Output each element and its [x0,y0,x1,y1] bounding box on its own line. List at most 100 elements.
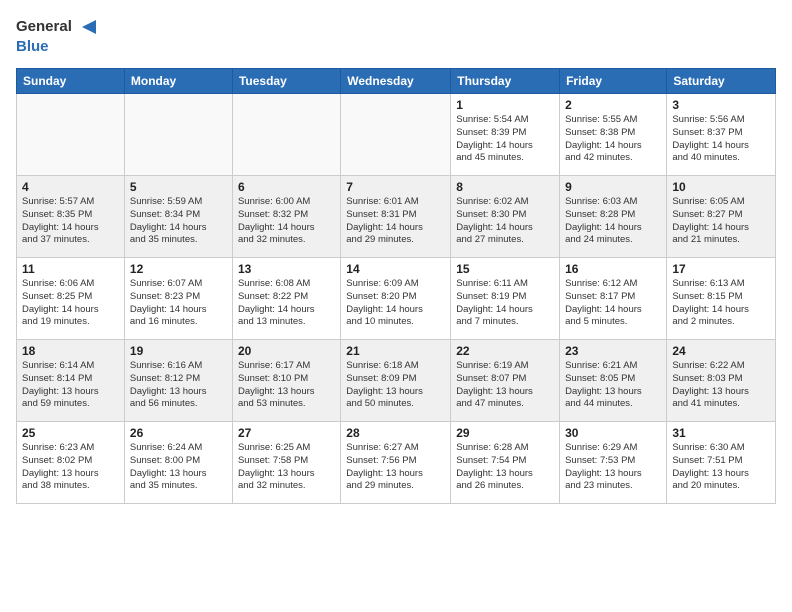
day-number: 11 [22,262,119,276]
calendar-cell: 24 Sunrise: 6:22 AM Sunset: 8:03 PM Dayli… [667,340,776,422]
day-header-monday: Monday [124,69,232,94]
day-number: 20 [238,344,335,358]
calendar-cell [17,94,125,176]
calendar-cell: 13 Sunrise: 6:08 AM Sunset: 8:22 PM Dayli… [232,258,340,340]
day-info: Sunrise: 6:14 AM Sunset: 8:14 PM Dayligh… [22,360,119,411]
day-info: Sunrise: 5:56 AM Sunset: 8:37 PM Dayligh… [672,114,770,165]
calendar-cell: 30 Sunrise: 6:29 AM Sunset: 7:53 PM Dayli… [560,422,667,504]
day-number: 27 [238,426,335,440]
day-info: Sunrise: 6:08 AM Sunset: 8:22 PM Dayligh… [238,278,335,329]
day-number: 22 [456,344,554,358]
calendar-cell: 3 Sunrise: 5:56 AM Sunset: 8:37 PM Daylig… [667,94,776,176]
day-number: 24 [672,344,770,358]
day-info: Sunrise: 6:16 AM Sunset: 8:12 PM Dayligh… [130,360,227,411]
calendar-cell: 15 Sunrise: 6:11 AM Sunset: 8:19 PM Dayli… [451,258,560,340]
day-header-saturday: Saturday [667,69,776,94]
page: General Blue SundayMondayTuesdayWednesda… [0,0,792,612]
day-number: 28 [346,426,445,440]
day-info: Sunrise: 6:29 AM Sunset: 7:53 PM Dayligh… [565,442,661,493]
week-row-5: 25 Sunrise: 6:23 AM Sunset: 8:02 PM Dayli… [17,422,776,504]
week-row-4: 18 Sunrise: 6:14 AM Sunset: 8:14 PM Dayli… [17,340,776,422]
calendar-cell: 18 Sunrise: 6:14 AM Sunset: 8:14 PM Dayli… [17,340,125,422]
calendar-cell: 16 Sunrise: 6:12 AM Sunset: 8:17 PM Dayli… [560,258,667,340]
calendar-cell: 19 Sunrise: 6:16 AM Sunset: 8:12 PM Dayli… [124,340,232,422]
calendar-cell: 17 Sunrise: 6:13 AM Sunset: 8:15 PM Dayli… [667,258,776,340]
day-number: 18 [22,344,119,358]
day-number: 19 [130,344,227,358]
calendar-cell: 12 Sunrise: 6:07 AM Sunset: 8:23 PM Dayli… [124,258,232,340]
day-header-tuesday: Tuesday [232,69,340,94]
day-number: 15 [456,262,554,276]
day-number: 4 [22,180,119,194]
calendar-cell [341,94,451,176]
day-number: 29 [456,426,554,440]
day-header-sunday: Sunday [17,69,125,94]
day-info: Sunrise: 6:30 AM Sunset: 7:51 PM Dayligh… [672,442,770,493]
day-number: 17 [672,262,770,276]
calendar-cell: 7 Sunrise: 6:01 AM Sunset: 8:31 PM Daylig… [341,176,451,258]
day-info: Sunrise: 6:12 AM Sunset: 8:17 PM Dayligh… [565,278,661,329]
day-info: Sunrise: 6:23 AM Sunset: 8:02 PM Dayligh… [22,442,119,493]
calendar-cell: 11 Sunrise: 6:06 AM Sunset: 8:25 PM Dayli… [17,258,125,340]
day-number: 12 [130,262,227,276]
calendar-cell: 5 Sunrise: 5:59 AM Sunset: 8:34 PM Daylig… [124,176,232,258]
week-row-2: 4Sunrise: 5:57 AM Sunset: 8:35 PM Daylig… [17,176,776,258]
day-number: 7 [346,180,445,194]
calendar-cell: 23Sunrise: 6:21 AM Sunset: 8:05 PM Dayli… [560,340,667,422]
calendar-cell [124,94,232,176]
logo-wordmark: General Blue [16,16,100,56]
logo-text-block: General Blue [16,16,100,56]
day-number: 5 [130,180,227,194]
logo-arrow-icon [78,16,100,38]
day-info: Sunrise: 6:22 AM Sunset: 8:03 PM Dayligh… [672,360,770,411]
day-info: Sunrise: 6:09 AM Sunset: 8:20 PM Dayligh… [346,278,445,329]
day-number: 3 [672,98,770,112]
calendar-cell: 20 Sunrise: 6:17 AM Sunset: 8:10 PM Dayli… [232,340,340,422]
calendar-cell: 21Sunrise: 6:18 AM Sunset: 8:09 PM Dayli… [341,340,451,422]
day-number: 9 [565,180,661,194]
day-number: 13 [238,262,335,276]
day-info: Sunrise: 6:06 AM Sunset: 8:25 PM Dayligh… [22,278,119,329]
day-number: 30 [565,426,661,440]
day-info: Sunrise: 6:01 AM Sunset: 8:31 PM Dayligh… [346,196,445,247]
day-info: Sunrise: 6:25 AM Sunset: 7:58 PM Dayligh… [238,442,335,493]
calendar-cell: 4Sunrise: 5:57 AM Sunset: 8:35 PM Daylig… [17,176,125,258]
calendar-cell: 27 Sunrise: 6:25 AM Sunset: 7:58 PM Dayli… [232,422,340,504]
day-number: 8 [456,180,554,194]
day-header-wednesday: Wednesday [341,69,451,94]
day-info: Sunrise: 5:59 AM Sunset: 8:34 PM Dayligh… [130,196,227,247]
calendar-cell: 10 Sunrise: 6:05 AM Sunset: 8:27 PM Dayli… [667,176,776,258]
day-info: Sunrise: 6:11 AM Sunset: 8:19 PM Dayligh… [456,278,554,329]
day-info: Sunrise: 6:28 AM Sunset: 7:54 PM Dayligh… [456,442,554,493]
day-info: Sunrise: 6:13 AM Sunset: 8:15 PM Dayligh… [672,278,770,329]
header: General Blue [16,16,776,56]
day-info: Sunrise: 6:05 AM Sunset: 8:27 PM Dayligh… [672,196,770,247]
day-info: Sunrise: 6:24 AM Sunset: 8:00 PM Dayligh… [130,442,227,493]
calendar-cell: 2Sunrise: 5:55 AM Sunset: 8:38 PM Daylig… [560,94,667,176]
week-row-1: 1 Sunrise: 5:54 AM Sunset: 8:39 PM Daylig… [17,94,776,176]
calendar-cell: 6Sunrise: 6:00 AM Sunset: 8:32 PM Daylig… [232,176,340,258]
day-info: Sunrise: 6:19 AM Sunset: 8:07 PM Dayligh… [456,360,554,411]
day-header-thursday: Thursday [451,69,560,94]
day-number: 26 [130,426,227,440]
day-number: 21 [346,344,445,358]
calendar: SundayMondayTuesdayWednesdayThursdayFrid… [16,68,776,504]
day-info: Sunrise: 6:17 AM Sunset: 8:10 PM Dayligh… [238,360,335,411]
calendar-header-row: SundayMondayTuesdayWednesdayThursdayFrid… [17,69,776,94]
day-number: 25 [22,426,119,440]
day-number: 16 [565,262,661,276]
day-number: 6 [238,180,335,194]
calendar-cell: 9Sunrise: 6:03 AM Sunset: 8:28 PM Daylig… [560,176,667,258]
day-number: 2 [565,98,661,112]
calendar-cell: 26 Sunrise: 6:24 AM Sunset: 8:00 PM Dayli… [124,422,232,504]
day-info: Sunrise: 5:54 AM Sunset: 8:39 PM Dayligh… [456,114,554,165]
day-number: 23 [565,344,661,358]
day-info: Sunrise: 6:07 AM Sunset: 8:23 PM Dayligh… [130,278,227,329]
day-number: 10 [672,180,770,194]
calendar-cell: 29 Sunrise: 6:28 AM Sunset: 7:54 PM Dayli… [451,422,560,504]
day-number: 1 [456,98,554,112]
calendar-cell: 31Sunrise: 6:30 AM Sunset: 7:51 PM Dayli… [667,422,776,504]
calendar-cell: 22 Sunrise: 6:19 AM Sunset: 8:07 PM Dayli… [451,340,560,422]
day-info: Sunrise: 6:02 AM Sunset: 8:30 PM Dayligh… [456,196,554,247]
calendar-cell: 14Sunrise: 6:09 AM Sunset: 8:20 PM Dayli… [341,258,451,340]
